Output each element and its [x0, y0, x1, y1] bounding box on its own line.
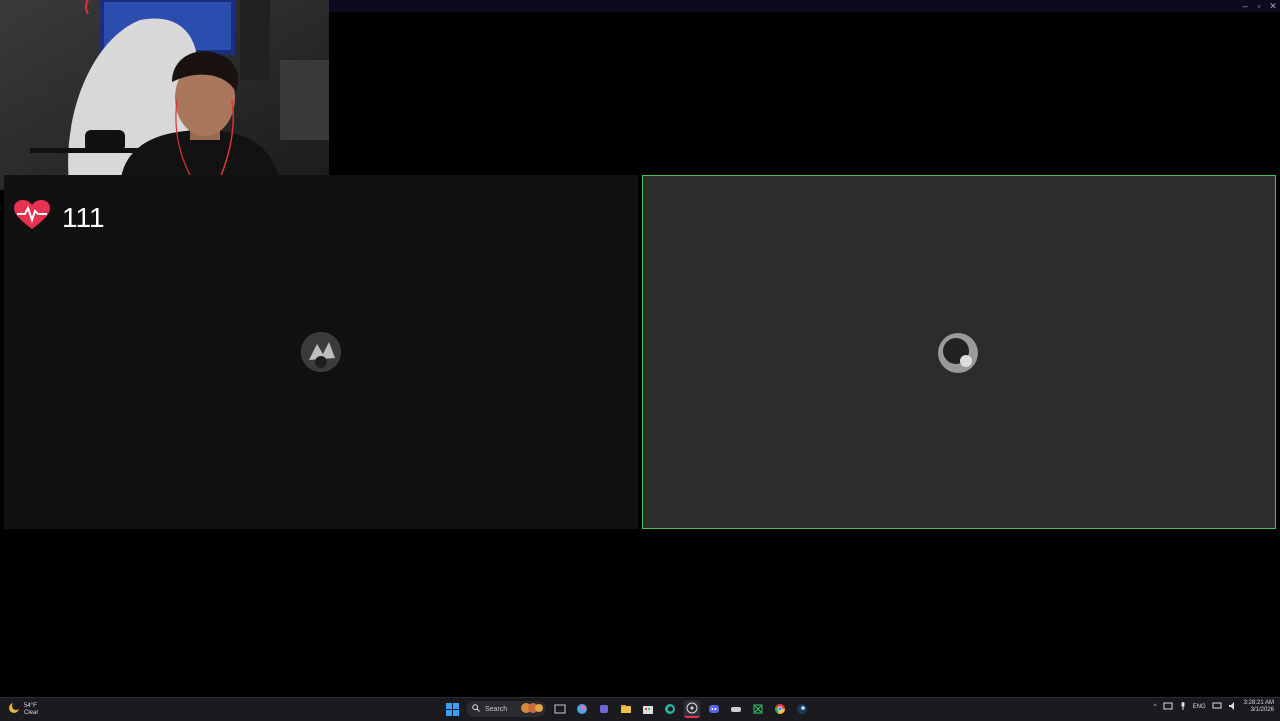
- volume-icon[interactable]: [1228, 701, 1238, 713]
- search-highlight-icon: [521, 702, 543, 716]
- xbox-icon[interactable]: [750, 701, 766, 717]
- system-tray: ^ ENG 3:28:21 AM 3/1/2026: [1154, 700, 1274, 714]
- obs-icon[interactable]: [684, 700, 700, 718]
- search-label: Search: [485, 705, 508, 713]
- monitor-icon[interactable]: [1212, 701, 1222, 713]
- heart-rate-value: 111: [62, 201, 105, 233]
- taskbar-clock[interactable]: 3:28:21 AM 3/1/2026: [1244, 700, 1274, 714]
- weather-widget[interactable]: 54°F Clear: [8, 701, 38, 719]
- chrome-icon[interactable]: [772, 701, 788, 717]
- store-icon[interactable]: [640, 701, 656, 717]
- webcam-overlay: [0, 0, 329, 190]
- game-controller-icon[interactable]: [728, 701, 744, 717]
- minimize-icon[interactable]: –: [1238, 0, 1252, 12]
- taskbar-apps: Search: [444, 700, 810, 718]
- network-status-icon[interactable]: [1163, 701, 1173, 713]
- chevron-up-icon[interactable]: ^: [1154, 704, 1157, 710]
- taskbar: 54°F Clear Search ^ ENG 3:28:21 AM 3/1/2…: [0, 697, 1280, 721]
- file-explorer-icon[interactable]: [618, 701, 634, 717]
- teams-icon[interactable]: [596, 701, 612, 717]
- windows-start-icon[interactable]: [444, 701, 460, 717]
- task-view-icon[interactable]: [552, 701, 568, 717]
- edge-icon[interactable]: [662, 701, 678, 717]
- window-titlebar: [329, 0, 1280, 12]
- weather-condition: Clear: [24, 710, 39, 716]
- heart-rate-overlay: 111: [14, 200, 105, 235]
- weather-temp: 54°F: [24, 703, 37, 709]
- heart-pulse-icon: [14, 200, 50, 235]
- microphone-icon[interactable]: [1179, 701, 1187, 713]
- taskbar-search[interactable]: Search: [466, 701, 546, 717]
- close-icon[interactable]: ✕: [1266, 0, 1280, 12]
- clock-date: 3/1/2026: [1250, 707, 1274, 713]
- participant-avatar: [301, 332, 341, 372]
- maximize-icon[interactable]: ▫: [1252, 0, 1266, 12]
- steam-icon[interactable]: [794, 701, 810, 717]
- discord-icon[interactable]: [706, 701, 722, 717]
- weather-moon-icon: [8, 701, 20, 719]
- participant-avatar: [938, 333, 978, 373]
- clock-time: 3:28:21 AM: [1243, 700, 1274, 706]
- participant-tile-right[interactable]: [642, 175, 1276, 529]
- search-icon: [472, 704, 480, 714]
- language-indicator[interactable]: ENG: [1193, 704, 1206, 710]
- copilot-icon[interactable]: [574, 701, 590, 717]
